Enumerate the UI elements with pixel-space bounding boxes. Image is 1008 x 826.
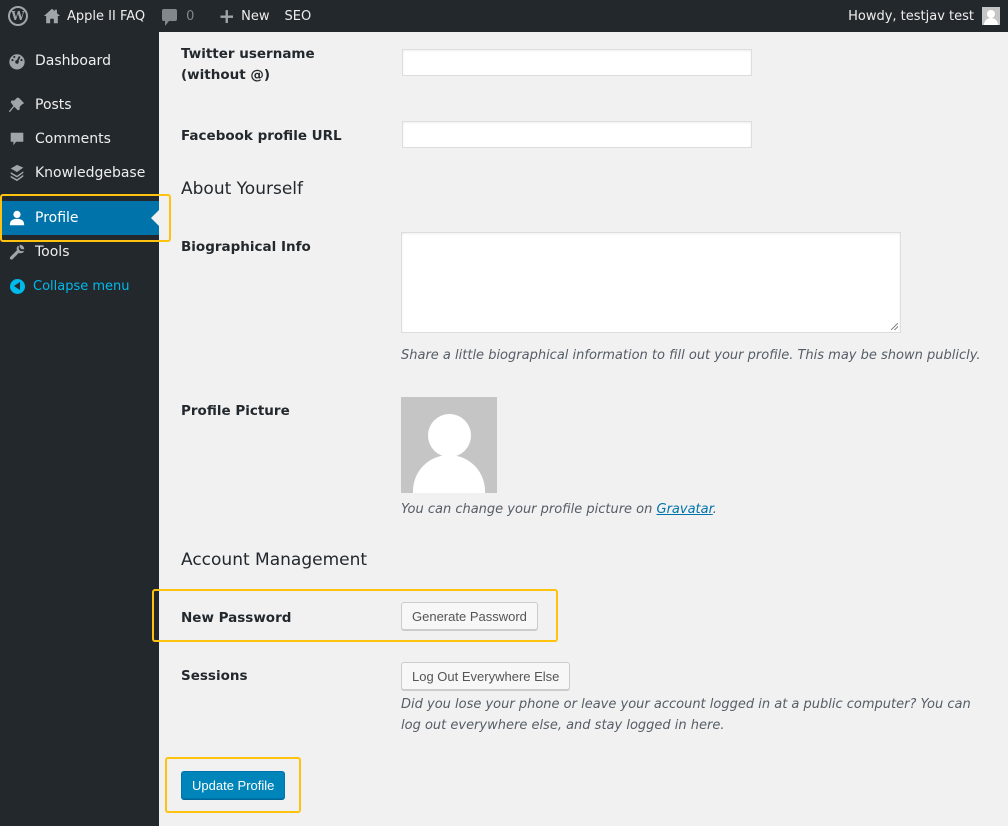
new-label: New [241,8,270,24]
site-name: Apple II FAQ [67,8,146,24]
pin-icon [7,95,27,115]
collapse-icon-wrap [7,276,27,296]
sidebar-item-label: Profile [35,210,79,226]
seo-label: SEO [284,8,312,24]
profile-picture-description: You can change your profile picture on G… [401,499,717,520]
collapse-menu-label: Collapse menu [33,278,130,294]
gravatar-link[interactable]: Gravatar [657,502,713,517]
user-avatar-icon [982,7,1000,25]
sidebar-item-label: Comments [35,131,111,147]
picture-desc-suffix: . [712,502,717,517]
collapse-arrow-icon [9,278,25,294]
books-icon [7,163,27,183]
bio-textarea[interactable] [401,232,901,333]
bio-description: Share a little biographical information … [401,348,981,363]
site-name-link[interactable]: Apple II FAQ [43,0,145,32]
comment-icon [7,129,27,149]
howdy-text: Howdy, testjav test [848,8,974,24]
seo-menu[interactable]: SEO [285,0,312,32]
profile-picture-label: Profile Picture [181,403,290,419]
comment-bubble-icon [162,9,178,26]
account-menu[interactable]: Howdy, testjav test [848,0,1000,32]
sidebar-item-label: Posts [35,97,72,113]
user-icon [7,208,27,228]
sidebar-item-label: Tools [35,244,70,260]
twitter-label: Twitter username (without @) [181,46,315,83]
collapse-menu-button[interactable]: Collapse menu [0,269,159,303]
profile-form: Twitter username (without @) Facebook pr… [159,32,1008,826]
facebook-input[interactable] [402,121,752,148]
picture-desc-prefix: You can change your profile picture on [401,502,657,517]
admin-bar: W Apple II FAQ 0 + New SEO Howdy, testja… [0,0,1008,32]
about-yourself-heading: About Yourself [181,179,303,199]
sidebar-item-posts[interactable]: Posts [0,88,159,122]
account-management-heading: Account Management [181,550,368,570]
home-icon [43,8,61,24]
comments-link[interactable]: 0 [162,0,194,32]
generate-password-button[interactable]: Generate Password [401,602,538,630]
plus-icon: + [218,4,236,28]
new-content-menu[interactable]: + New [218,0,269,32]
logout-everywhere-button[interactable]: Log Out Everywhere Else [401,662,571,690]
dashboard-icon [7,51,27,71]
wordpress-logo-menu[interactable]: W [3,0,33,32]
sidebar-item-profile[interactable]: Profile [0,201,159,235]
resize-grip-icon[interactable] [891,323,898,330]
sessions-label: Sessions [181,668,248,684]
sidebar-item-comments[interactable]: Comments [0,122,159,156]
sessions-description: Did you lose your phone or leave your ac… [401,697,971,733]
sidebar-item-dashboard[interactable]: Dashboard [0,44,159,78]
admin-sidebar: Dashboard Posts Comments Knowledgebase P… [0,32,159,826]
comments-count: 0 [186,8,195,24]
profile-picture [401,397,497,493]
bio-label: Biographical Info [181,239,311,255]
new-password-label: New Password [181,610,292,626]
sidebar-item-label: Knowledgebase [35,165,146,181]
update-profile-button[interactable]: Update Profile [181,771,286,799]
twitter-input[interactable] [402,49,752,76]
wrench-icon [7,242,27,262]
sidebar-item-tools[interactable]: Tools [0,235,159,269]
wordpress-logo-icon: W [8,6,28,26]
facebook-label: Facebook profile URL [181,128,342,144]
sidebar-item-knowledgebase[interactable]: Knowledgebase [0,156,159,190]
sidebar-item-label: Dashboard [35,53,111,69]
